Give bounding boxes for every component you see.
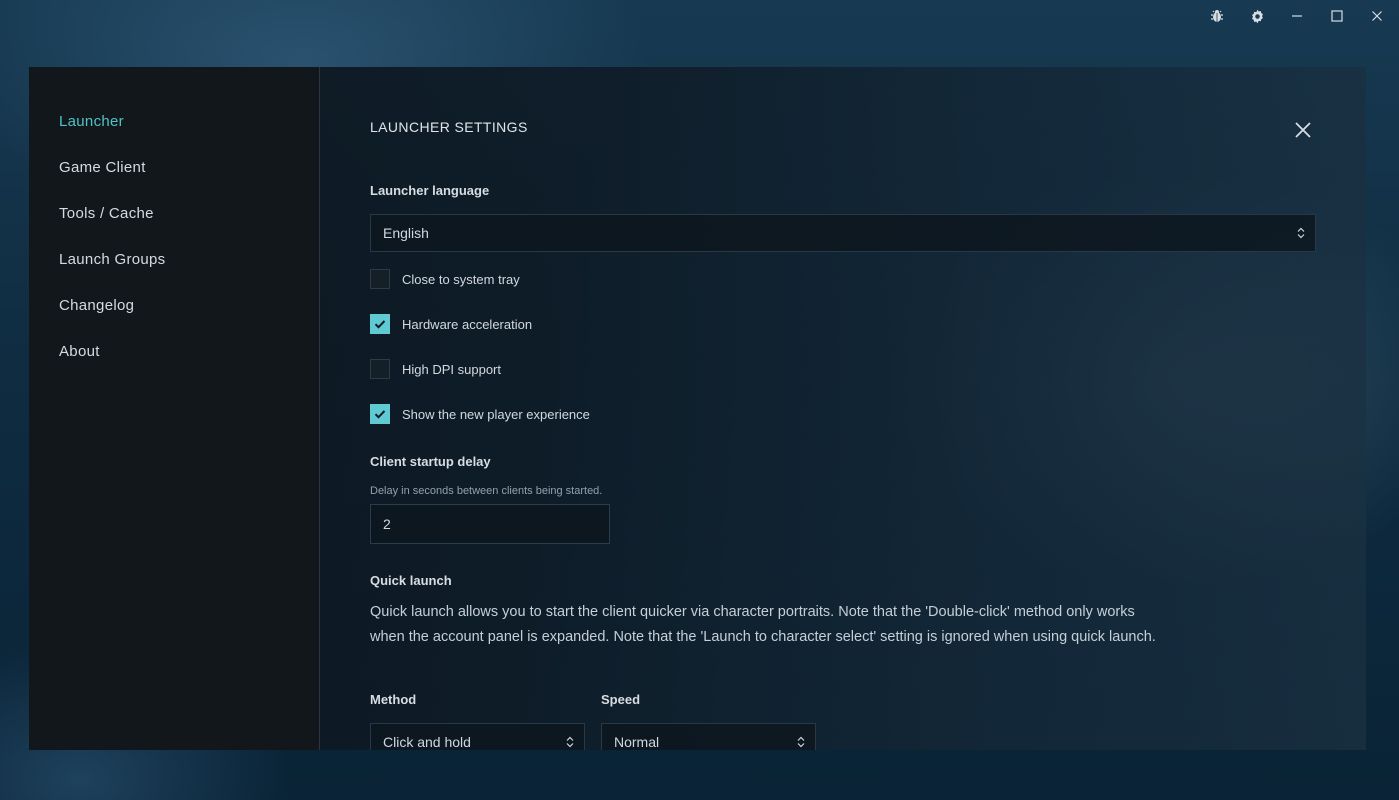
method-select[interactable]: Click and hold (370, 723, 585, 750)
method-select-value: Click and hold (383, 734, 471, 750)
quick-launch-description: Quick launch allows you to start the cli… (370, 604, 1156, 645)
window-titlebar (0, 0, 1399, 34)
language-select-value: English (383, 225, 429, 241)
speed-select[interactable]: Normal (601, 723, 816, 750)
close-settings-button[interactable] (1292, 119, 1314, 141)
maximize-icon[interactable] (1325, 4, 1349, 28)
close-icon (1295, 122, 1311, 138)
minimize-icon[interactable] (1285, 4, 1309, 28)
new-player-experience-option[interactable]: Show the new player experience (370, 404, 590, 424)
high-dpi-checkbox[interactable] (370, 359, 390, 379)
speed-label: Speed (601, 692, 641, 707)
close-icon[interactable] (1365, 4, 1389, 28)
chevron-updown-icon (1297, 227, 1305, 239)
hardware-acceleration-option[interactable]: Hardware acceleration (370, 314, 532, 334)
settings-sidebar: Launcher Game Client Tools / Cache Launc… (29, 67, 320, 750)
bug-icon[interactable] (1205, 4, 1229, 28)
chevron-updown-icon (566, 736, 574, 748)
sidebar-item-tools-cache[interactable]: Tools / Cache (59, 205, 154, 222)
startup-delay-input[interactable]: 2 (370, 504, 610, 544)
high-dpi-option[interactable]: High DPI support (370, 359, 501, 379)
startup-delay-label: Client startup delay (370, 454, 491, 469)
hardware-acceleration-label: Hardware acceleration (402, 316, 533, 332)
method-label: Method (370, 692, 417, 707)
speed-select-value: Normal (614, 734, 660, 750)
settings-panel: Launcher Game Client Tools / Cache Launc… (29, 67, 1366, 750)
new-player-experience-checkbox[interactable] (370, 404, 390, 424)
close-to-tray-checkbox[interactable] (370, 269, 390, 289)
language-select[interactable]: English (370, 214, 1316, 252)
sidebar-item-launch-groups[interactable]: Launch Groups (59, 251, 165, 268)
settings-content: LAUNCHER SETTINGS Launcher language Engl… (370, 67, 1366, 750)
page-title: LAUNCHER SETTINGS (370, 119, 528, 135)
chevron-updown-icon (797, 736, 805, 748)
high-dpi-label: High DPI support (402, 361, 501, 377)
hardware-acceleration-checkbox[interactable] (370, 314, 390, 334)
startup-delay-hint: Delay in seconds between clients being s… (370, 485, 603, 497)
new-player-experience-label: Show the new player experience (402, 406, 590, 422)
checkmark-icon (374, 410, 386, 419)
sidebar-item-game-client[interactable]: Game Client (59, 159, 146, 176)
close-to-tray-option[interactable]: Close to system tray (370, 269, 520, 289)
checkmark-icon (374, 320, 386, 329)
sidebar-item-about[interactable]: About (59, 343, 100, 360)
gear-icon[interactable] (1245, 4, 1269, 28)
language-label: Launcher language (370, 183, 490, 198)
close-to-tray-label: Close to system tray (402, 271, 520, 287)
quick-launch-label: Quick launch (370, 573, 452, 588)
sidebar-item-changelog[interactable]: Changelog (59, 297, 134, 314)
sidebar-item-launcher[interactable]: Launcher (59, 113, 124, 130)
